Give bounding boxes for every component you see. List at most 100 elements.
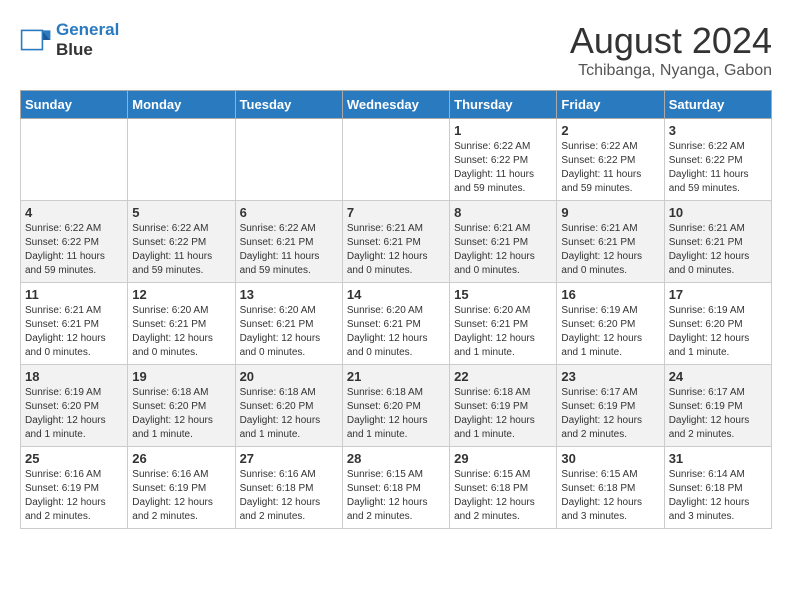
calendar-cell: 22Sunrise: 6:18 AM Sunset: 6:19 PM Dayli… [450,365,557,447]
calendar-cell: 8 Sunrise: 6:21 AM Sunset: 6:21 PM Daylig… [450,201,557,283]
day-number: 12 [132,287,230,302]
calendar-cell: 7 Sunrise: 6:21 AM Sunset: 6:21 PM Daylig… [342,201,449,283]
day-info: Sunrise: 6:18 AM Sunset: 6:20 PM Dayligh… [240,386,338,442]
day-info: Sunrise: 6:18 AM Sunset: 6:20 PM Dayligh… [347,386,445,442]
calendar-week-3: 11 Sunrise: 6:21 AM Sunset: 6:21 PM Dayli… [21,283,772,365]
day-info: Sunrise: 6:22 AM Sunset: 6:22 PM Dayligh… [454,140,552,196]
day-info: Sunrise: 6:15 AM Sunset: 6:18 PM Dayligh… [454,468,552,524]
calendar-cell: 2 Sunrise: 6:22 AM Sunset: 6:22 PM Daylig… [557,119,664,201]
day-number: 1 [454,123,552,138]
day-number: 7 [347,205,445,220]
calendar-cell: 25 Sunrise: 6:16 AM Sunset: 6:19 PM Dayli… [21,447,128,529]
day-number: 24 [669,369,767,384]
day-number: 11 [25,287,123,302]
day-info: Sunrise: 6:21 AM Sunset: 6:21 PM Dayligh… [347,222,445,278]
day-number: 19 [132,369,230,384]
day-info: Sunrise: 6:20 AM Sunset: 6:21 PM Dayligh… [347,304,445,360]
col-tuesday: Tuesday [235,91,342,119]
day-number: 20 [240,369,338,384]
calendar-cell: 13 Sunrise: 6:20 AM Sunset: 6:21 PM Dayli… [235,283,342,365]
day-info: Sunrise: 6:22 AM Sunset: 6:22 PM Dayligh… [669,140,767,196]
day-info: Sunrise: 6:22 AM Sunset: 6:22 PM Dayligh… [561,140,659,196]
calendar-cell: 27 Sunrise: 6:16 AM Sunset: 6:18 PM Dayli… [235,447,342,529]
calendar-week-1: 1 Sunrise: 6:22 AM Sunset: 6:22 PM Daylig… [21,119,772,201]
calendar-week-2: 4 Sunrise: 6:22 AM Sunset: 6:22 PM Daylig… [21,201,772,283]
day-info: Sunrise: 6:18 AM Sunset: 6:20 PM Dayligh… [132,386,230,442]
day-info: Sunrise: 6:15 AM Sunset: 6:18 PM Dayligh… [561,468,659,524]
day-number: 23 [561,369,659,384]
day-info: Sunrise: 6:22 AM Sunset: 6:21 PM Dayligh… [240,222,338,278]
day-info: Sunrise: 6:19 AM Sunset: 6:20 PM Dayligh… [669,304,767,360]
header-row: Sunday Monday Tuesday Wednesday Thursday… [21,91,772,119]
day-info: Sunrise: 6:19 AM Sunset: 6:20 PM Dayligh… [561,304,659,360]
day-number: 25 [25,451,123,466]
calendar-cell: 19 Sunrise: 6:18 AM Sunset: 6:20 PM Dayli… [128,365,235,447]
col-friday: Friday [557,91,664,119]
day-number: 22 [454,369,552,384]
calendar-cell: 4 Sunrise: 6:22 AM Sunset: 6:22 PM Daylig… [21,201,128,283]
day-number: 5 [132,205,230,220]
calendar-cell: 29 Sunrise: 6:15 AM Sunset: 6:18 PM Dayli… [450,447,557,529]
day-number: 17 [669,287,767,302]
calendar-cell: 3 Sunrise: 6:22 AM Sunset: 6:22 PM Daylig… [664,119,771,201]
day-info: Sunrise: 6:17 AM Sunset: 6:19 PM Dayligh… [669,386,767,442]
calendar-week-4: 18Sunrise: 6:19 AM Sunset: 6:20 PM Dayli… [21,365,772,447]
day-number: 31 [669,451,767,466]
day-number: 8 [454,205,552,220]
col-thursday: Thursday [450,91,557,119]
day-number: 29 [454,451,552,466]
day-number: 3 [669,123,767,138]
col-monday: Monday [128,91,235,119]
title-block: August 2024 Tchibanga, Nyanga, Gabon [570,20,772,80]
day-info: Sunrise: 6:21 AM Sunset: 6:21 PM Dayligh… [25,304,123,360]
calendar-body: 1 Sunrise: 6:22 AM Sunset: 6:22 PM Daylig… [21,119,772,529]
day-number: 6 [240,205,338,220]
calendar-cell: 24 Sunrise: 6:17 AM Sunset: 6:19 PM Dayli… [664,365,771,447]
calendar-cell: 1 Sunrise: 6:22 AM Sunset: 6:22 PM Daylig… [450,119,557,201]
col-sunday: Sunday [21,91,128,119]
day-info: Sunrise: 6:16 AM Sunset: 6:18 PM Dayligh… [240,468,338,524]
calendar-cell: 20 Sunrise: 6:18 AM Sunset: 6:20 PM Dayli… [235,365,342,447]
day-number: 18 [25,369,123,384]
col-wednesday: Wednesday [342,91,449,119]
day-number: 13 [240,287,338,302]
col-saturday: Saturday [664,91,771,119]
day-info: Sunrise: 6:20 AM Sunset: 6:21 PM Dayligh… [240,304,338,360]
day-info: Sunrise: 6:21 AM Sunset: 6:21 PM Dayligh… [454,222,552,278]
calendar-week-5: 25 Sunrise: 6:16 AM Sunset: 6:19 PM Dayli… [21,447,772,529]
day-number: 26 [132,451,230,466]
day-number: 15 [454,287,552,302]
day-number: 28 [347,451,445,466]
day-number: 4 [25,205,123,220]
day-info: Sunrise: 6:14 AM Sunset: 6:18 PM Dayligh… [669,468,767,524]
calendar-header: Sunday Monday Tuesday Wednesday Thursday… [21,91,772,119]
calendar-cell [128,119,235,201]
day-info: Sunrise: 6:21 AM Sunset: 6:21 PM Dayligh… [669,222,767,278]
calendar-cell: 30Sunrise: 6:15 AM Sunset: 6:18 PM Dayli… [557,447,664,529]
day-info: Sunrise: 6:21 AM Sunset: 6:21 PM Dayligh… [561,222,659,278]
calendar-cell: 31 Sunrise: 6:14 AM Sunset: 6:18 PM Dayli… [664,447,771,529]
calendar-cell: 26 Sunrise: 6:16 AM Sunset: 6:19 PM Dayli… [128,447,235,529]
day-number: 14 [347,287,445,302]
day-number: 21 [347,369,445,384]
calendar-cell: 28Sunrise: 6:15 AM Sunset: 6:18 PM Dayli… [342,447,449,529]
calendar-table: Sunday Monday Tuesday Wednesday Thursday… [20,90,772,529]
calendar-cell: 12 Sunrise: 6:20 AM Sunset: 6:21 PM Dayli… [128,283,235,365]
calendar-cell: 9Sunrise: 6:21 AM Sunset: 6:21 PM Daylig… [557,201,664,283]
calendar-cell [21,119,128,201]
calendar-cell: 18Sunrise: 6:19 AM Sunset: 6:20 PM Dayli… [21,365,128,447]
day-info: Sunrise: 6:22 AM Sunset: 6:22 PM Dayligh… [25,222,123,278]
day-info: Sunrise: 6:16 AM Sunset: 6:19 PM Dayligh… [25,468,123,524]
day-info: Sunrise: 6:20 AM Sunset: 6:21 PM Dayligh… [132,304,230,360]
day-info: Sunrise: 6:20 AM Sunset: 6:21 PM Dayligh… [454,304,552,360]
calendar-cell: 10 Sunrise: 6:21 AM Sunset: 6:21 PM Dayli… [664,201,771,283]
day-number: 2 [561,123,659,138]
day-number: 27 [240,451,338,466]
day-number: 10 [669,205,767,220]
calendar-cell: 5Sunrise: 6:22 AM Sunset: 6:22 PM Daylig… [128,201,235,283]
calendar-cell [235,119,342,201]
logo-line1: General [56,20,119,39]
logo: General Blue [20,20,119,60]
day-info: Sunrise: 6:16 AM Sunset: 6:19 PM Dayligh… [132,468,230,524]
page-header: General Blue August 2024 Tchibanga, Nyan… [20,20,772,80]
